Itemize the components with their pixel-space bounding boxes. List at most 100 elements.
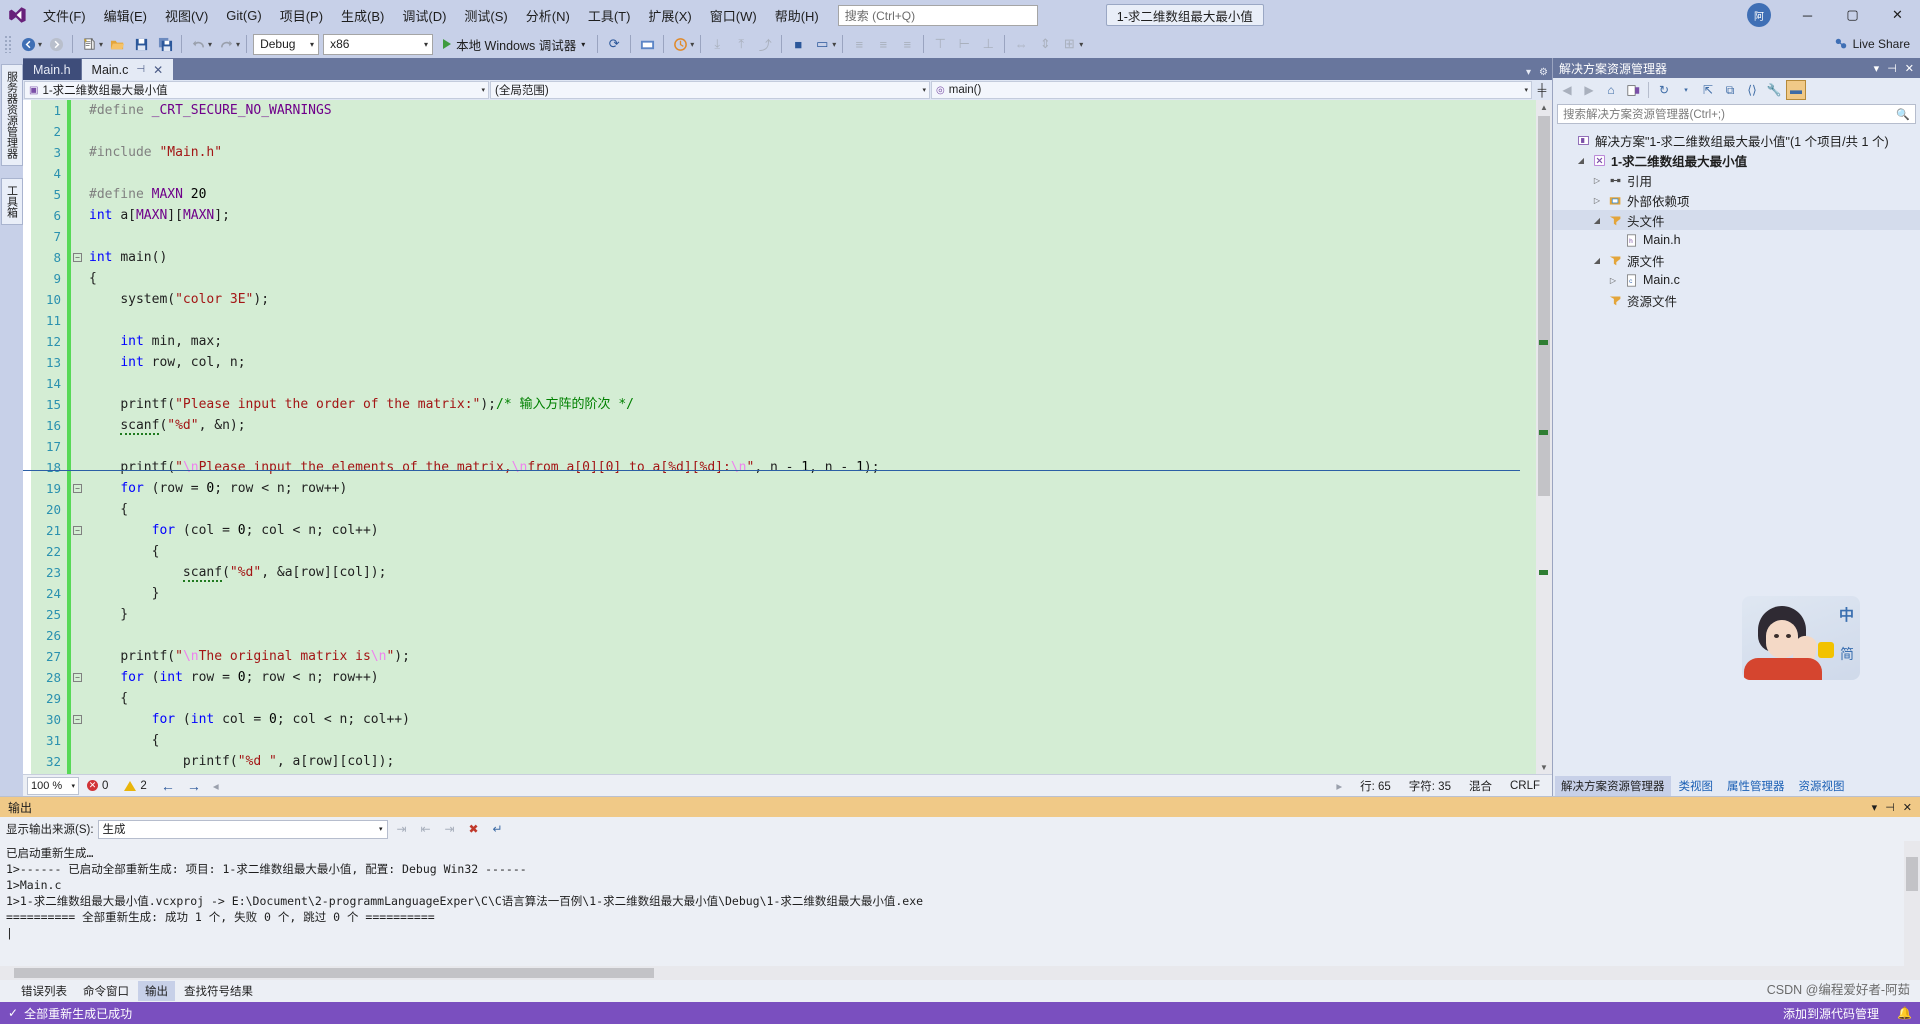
- tree-node[interactable]: h Main.h: [1553, 230, 1920, 250]
- output-horizontal-scrollbar[interactable]: [0, 966, 1920, 980]
- clear-output-icon[interactable]: ✖: [464, 819, 484, 839]
- horizontal-scroll-left-icon[interactable]: ◂: [207, 779, 219, 793]
- close-button[interactable]: ✕: [1875, 0, 1920, 30]
- align-bottom-icon[interactable]: ⊥: [977, 33, 999, 55]
- maximize-button[interactable]: ▢: [1830, 0, 1875, 30]
- next-issue-icon[interactable]: →: [181, 778, 207, 794]
- align-right-icon[interactable]: ≡: [896, 33, 918, 55]
- make-same-size-icon[interactable]: ⊞: [1058, 33, 1080, 55]
- menu-project[interactable]: 项目(P): [271, 2, 332, 29]
- tree-node[interactable]: ▷ 外部依赖项: [1553, 190, 1920, 210]
- close-icon[interactable]: ✕: [1903, 801, 1912, 814]
- menu-window[interactable]: 窗口(W): [701, 2, 766, 29]
- close-icon[interactable]: ✕: [1905, 62, 1914, 75]
- menu-edit[interactable]: 编辑(E): [95, 2, 156, 29]
- menu-git[interactable]: Git(G): [217, 4, 270, 27]
- properties-icon[interactable]: ⟨⟩: [1742, 80, 1762, 100]
- project-dropdown[interactable]: ▣ 1-求二维数组最大最小值 ▾: [24, 81, 489, 99]
- scrollbar-thumb[interactable]: [14, 968, 654, 978]
- fold-toggle-line-30[interactable]: −: [73, 715, 82, 724]
- auto-attach-icon[interactable]: ⟳: [603, 33, 625, 55]
- collapsed-twisty-icon[interactable]: ▷: [1607, 276, 1619, 285]
- server-explorer-tab[interactable]: 服务器资源管理器: [0, 64, 23, 166]
- scope-dropdown[interactable]: (全局范围) ▾: [490, 81, 930, 99]
- menu-analyze[interactable]: 分析(N): [517, 2, 579, 29]
- tab-class-view[interactable]: 类视图: [1673, 776, 1720, 796]
- chevron-down-icon[interactable]: ▾: [1676, 80, 1696, 100]
- fold-toggle-line-28[interactable]: −: [73, 673, 82, 682]
- save-icon[interactable]: [130, 33, 152, 55]
- toolbox-tab[interactable]: 工具箱: [0, 178, 23, 225]
- fold-toggle-line-8[interactable]: −: [73, 253, 82, 262]
- screenshot-icon[interactable]: [636, 33, 658, 55]
- tab-resource-view[interactable]: 资源视图: [1793, 776, 1851, 796]
- chevron-down-icon[interactable]: ▾: [1526, 67, 1531, 78]
- new-item-icon[interactable]: [78, 33, 100, 55]
- zoom-level-combo[interactable]: 100 % ▾: [27, 776, 79, 795]
- collapsed-twisty-icon[interactable]: ▷: [1591, 196, 1603, 205]
- outlining-margin[interactable]: − − − − −: [71, 100, 85, 774]
- pin-icon[interactable]: ⊣: [1887, 62, 1897, 75]
- hot-reload-icon[interactable]: [669, 33, 691, 55]
- refresh-icon[interactable]: ↻: [1654, 80, 1674, 100]
- pin-icon[interactable]: ⊣: [136, 64, 145, 75]
- navigate-backward-icon[interactable]: [17, 33, 39, 55]
- wrench-icon[interactable]: 🔧: [1764, 80, 1784, 100]
- warning-count[interactable]: 2: [116, 780, 154, 792]
- highlight-icon[interactable]: ▭: [811, 33, 833, 55]
- scrollbar-thumb[interactable]: [1538, 116, 1550, 496]
- tab-main-c[interactable]: Main.c ⊣ ✕: [81, 59, 174, 80]
- tree-node[interactable]: ◢ 源文件: [1553, 250, 1920, 270]
- highlight-dropdown-icon[interactable]: ▾: [832, 40, 836, 49]
- menu-build[interactable]: 生成(B): [332, 2, 393, 29]
- previous-issue-icon[interactable]: ←: [155, 778, 181, 794]
- menu-file[interactable]: 文件(F): [34, 2, 95, 29]
- tree-node[interactable]: 资源文件: [1553, 290, 1920, 310]
- collapsed-twisty-icon[interactable]: ▷: [1591, 176, 1603, 185]
- account-avatar[interactable]: 阿: [1747, 3, 1771, 27]
- close-icon[interactable]: ✕: [153, 63, 163, 77]
- solution-platform-combo[interactable]: x86 ▾: [323, 33, 434, 55]
- redo-icon[interactable]: [215, 33, 237, 55]
- align-left-icon[interactable]: ≡: [848, 33, 870, 55]
- fold-toggle-line-21[interactable]: −: [73, 526, 82, 535]
- show-all-files-icon[interactable]: ⧉: [1720, 80, 1740, 100]
- step-out-icon[interactable]: ⤴: [754, 33, 776, 55]
- search-icon[interactable]: 🔍: [1896, 108, 1910, 121]
- toggle-word-wrap-icon[interactable]: ↵: [488, 819, 508, 839]
- code-surface[interactable]: 1 2 3 4 5 6 7 8 9 10 11 12 13 14 15 16 17 18 19 20 21 22 23 24 2…: [23, 100, 1536, 774]
- solution-tree[interactable]: 解决方案"1-求二维数组最大最小值"(1 个项目/共 1 个) ◢ 1-求二维数组最…: [1553, 126, 1920, 776]
- hot-reload-dropdown-icon[interactable]: ▾: [690, 40, 694, 49]
- previous-message-icon[interactable]: ⇤: [416, 819, 436, 839]
- menu-view[interactable]: 视图(V): [156, 2, 217, 29]
- scroll-up-icon[interactable]: ▲: [1540, 100, 1548, 114]
- expanded-twisty-icon[interactable]: ◢: [1591, 216, 1603, 225]
- solution-name-pill[interactable]: 1-求二维数组最大最小值: [1105, 4, 1264, 26]
- solution-search-input[interactable]: 搜索解决方案资源管理器(Ctrl+;) 🔍: [1557, 104, 1916, 124]
- back-arrow-icon[interactable]: ◀: [1557, 80, 1577, 100]
- next-message-icon[interactable]: ⇥: [440, 819, 460, 839]
- pin-icon[interactable]: ⊣: [1885, 801, 1895, 814]
- minimize-button[interactable]: ─: [1785, 0, 1830, 30]
- align-center-icon[interactable]: ≡: [872, 33, 894, 55]
- tab-output[interactable]: 输出: [138, 981, 175, 1001]
- fold-toggle-line-19[interactable]: −: [73, 484, 82, 493]
- undo-icon[interactable]: [187, 33, 209, 55]
- tree-node[interactable]: 解决方案"1-求二维数组最大最小值"(1 个项目/共 1 个): [1553, 130, 1920, 150]
- member-dropdown[interactable]: ◎ main() ▾: [931, 81, 1532, 99]
- scroll-down-icon[interactable]: ▼: [1540, 760, 1548, 774]
- toolbar-grip[interactable]: [4, 35, 13, 53]
- menu-help[interactable]: 帮助(H): [766, 2, 828, 29]
- tab-property-manager[interactable]: 属性管理器: [1721, 776, 1791, 796]
- open-folder-icon[interactable]: [106, 33, 128, 55]
- menu-extensions[interactable]: 扩展(X): [639, 2, 700, 29]
- line-ending-indicator[interactable]: CRLF: [1510, 780, 1540, 792]
- forward-arrow-icon[interactable]: ▶: [1579, 80, 1599, 100]
- menu-debug[interactable]: 调试(D): [393, 2, 455, 29]
- make-same-height-icon[interactable]: ⇕: [1034, 33, 1056, 55]
- solution-configuration-combo[interactable]: Debug ▾: [253, 33, 320, 55]
- chevron-down-icon[interactable]: ▾: [1872, 801, 1878, 814]
- redo-dropdown-icon[interactable]: ▾: [236, 40, 240, 49]
- gear-icon[interactable]: ⚙: [1539, 67, 1548, 78]
- quick-search-input[interactable]: 搜索 (Ctrl+Q): [837, 4, 1038, 26]
